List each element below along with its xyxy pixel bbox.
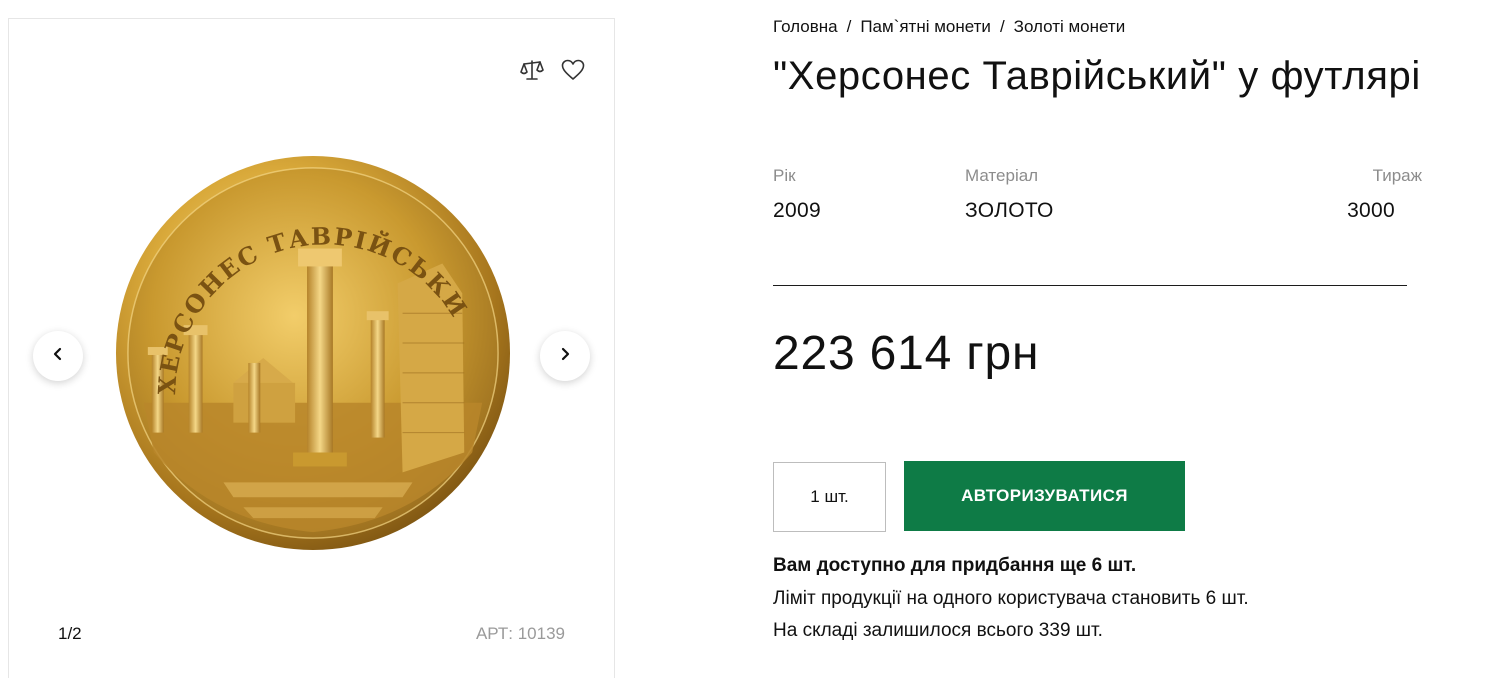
spec-material-label: Матеріал (965, 166, 1039, 185)
product-price: 223 614 грн (773, 327, 1040, 380)
breadcrumb-commemorative-coins[interactable]: Пам`ятні монети (860, 17, 991, 36)
limit-note: Ліміт продукції на одного користувача ст… (773, 588, 1249, 609)
availability-note: Вам доступно для придбання ще 6 шт. (773, 555, 1137, 576)
scales-icon[interactable] (519, 57, 545, 83)
breadcrumb: Головна / Пам`ятні монети / Золоті монети (773, 17, 1125, 37)
coin-image: ХЕРСОНЕС ТАВРІЙСЬКИЙ (114, 154, 511, 551)
gallery-next-button[interactable] (540, 331, 590, 381)
spec-year-value: 2009 (773, 199, 821, 222)
heart-icon[interactable] (560, 57, 586, 83)
chevron-left-icon (50, 346, 66, 367)
breadcrumb-gold-coins[interactable]: Золоті монети (1014, 17, 1126, 36)
stock-note: На складі залишилося всього 339 шт. (773, 620, 1103, 641)
divider (773, 285, 1407, 286)
spec-year-label: Рік (773, 166, 796, 185)
gallery-prev-button[interactable] (33, 331, 83, 381)
product-sku: АРТ: 10139 (475, 624, 565, 643)
product-title: "Херсонес Таврійський" у футлярі (773, 54, 1421, 98)
spec-mintage-value: 3000 (1347, 199, 1395, 222)
quantity-input[interactable] (773, 462, 886, 532)
spec-mintage-label: Тираж (1372, 166, 1422, 185)
spec-material-value: ЗОЛОТО (965, 199, 1054, 222)
product-gallery: ХЕРСОНЕС ТАВРІЙСЬКИЙ 1/2 АРТ: 10139 (8, 18, 615, 678)
breadcrumb-separator: / (999, 17, 1005, 36)
chevron-right-icon (557, 346, 573, 367)
breadcrumb-separator: / (846, 17, 852, 36)
breadcrumb-home[interactable]: Головна (773, 17, 838, 36)
gallery-counter: 1/2 (58, 624, 82, 643)
authorize-button[interactable]: АВТОРИЗУВАТИСЯ (904, 461, 1185, 531)
